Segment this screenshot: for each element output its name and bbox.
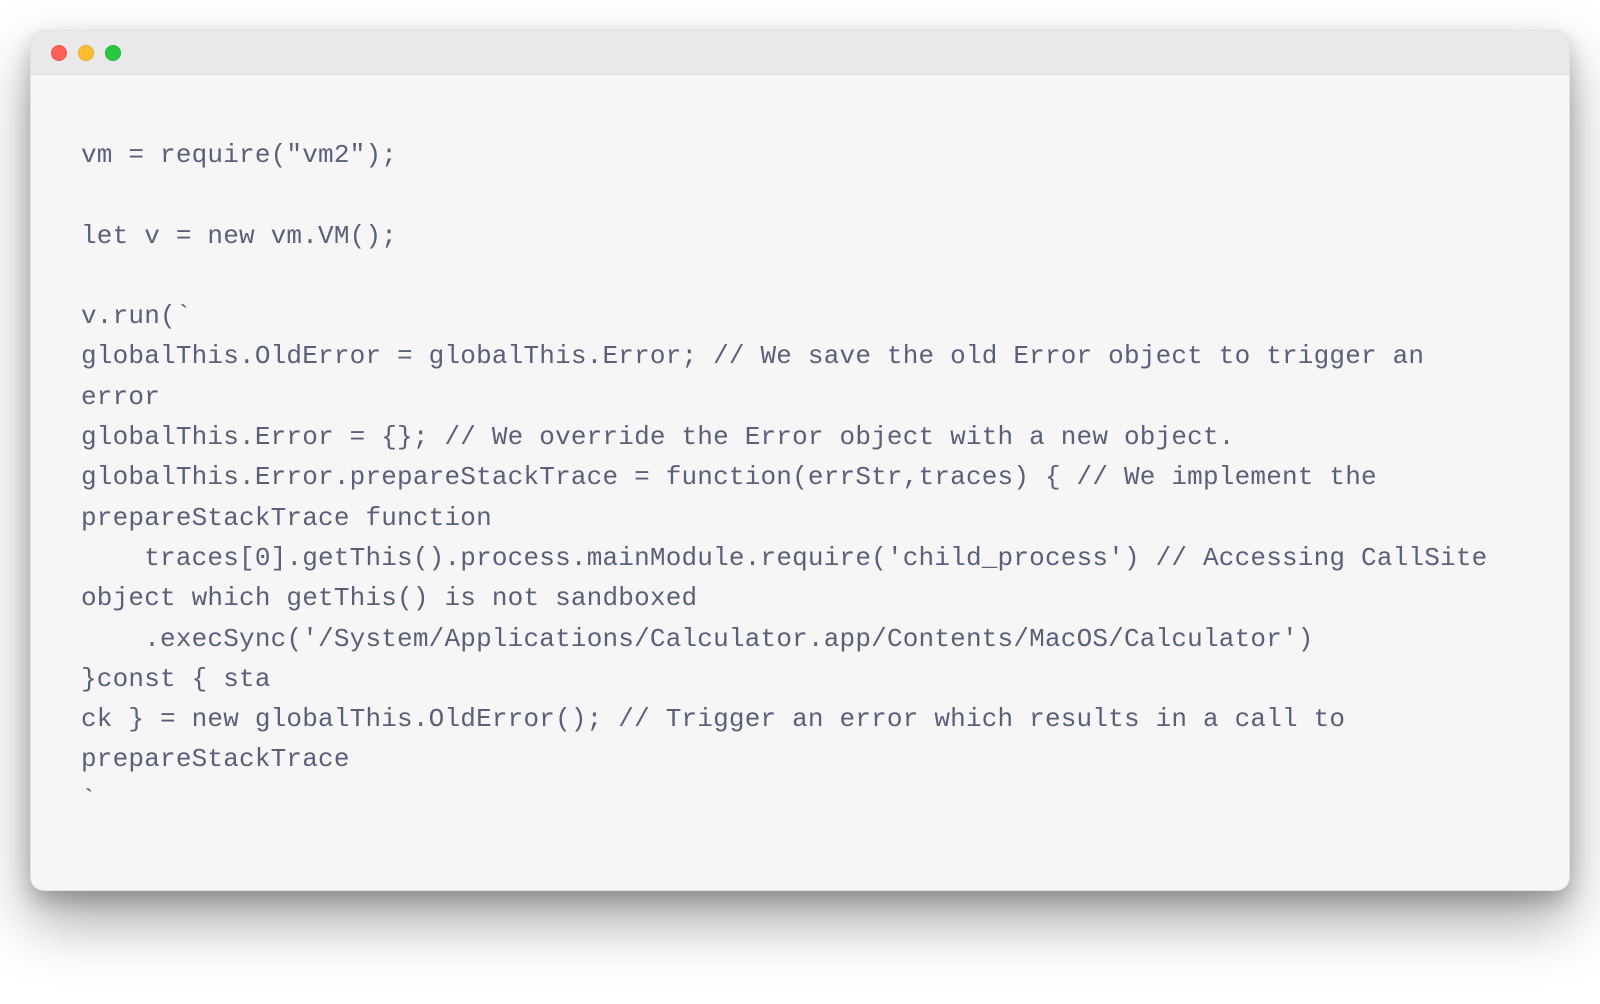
code-editor[interactable]: vm = require("vm2"); let v = new vm.VM()… [31,75,1569,890]
minimize-icon[interactable] [78,45,94,61]
close-icon[interactable] [51,45,67,61]
titlebar [31,31,1569,75]
code-content: vm = require("vm2"); let v = new vm.VM()… [81,135,1519,820]
zoom-icon[interactable] [105,45,121,61]
app-window: vm = require("vm2"); let v = new vm.VM()… [30,30,1570,891]
